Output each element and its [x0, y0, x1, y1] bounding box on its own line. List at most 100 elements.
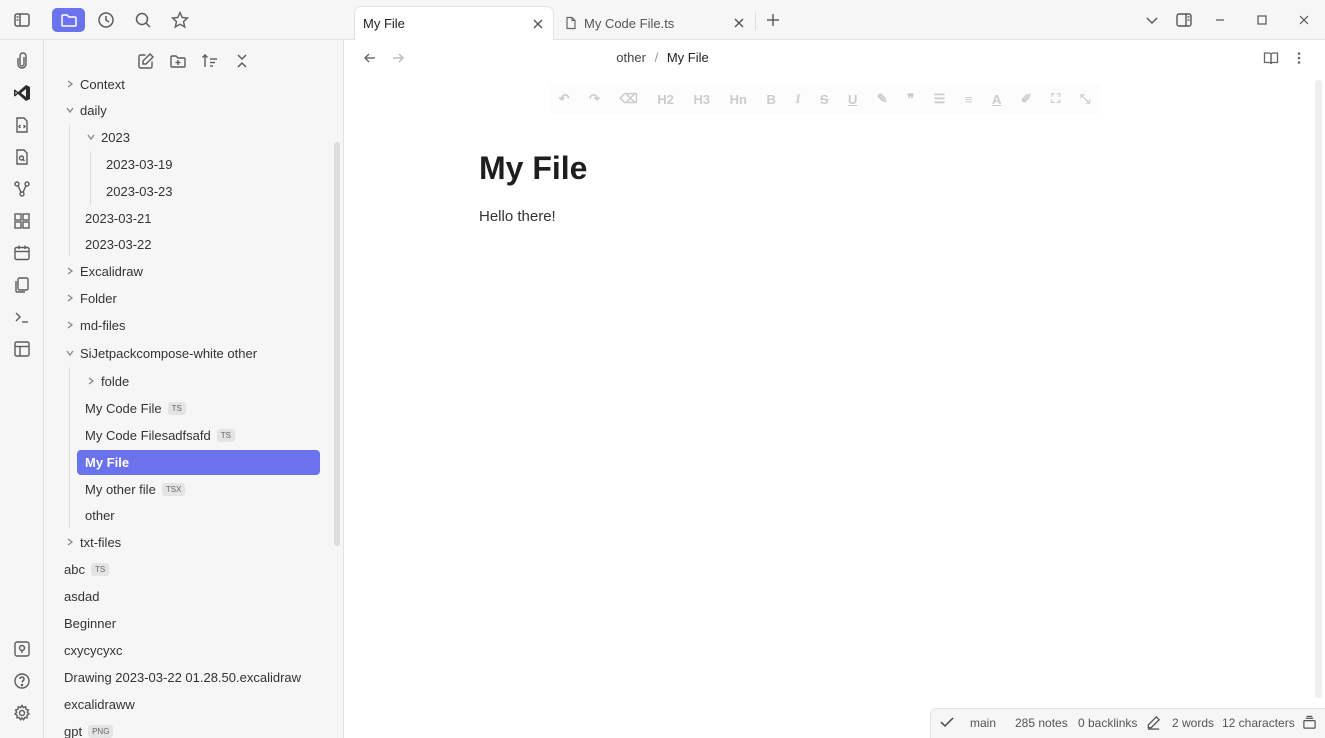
tree-folder-2023[interactable]: 2023 [85, 125, 130, 149]
indent-guide [69, 367, 70, 527]
settings-gear-icon[interactable] [11, 702, 33, 724]
tree-file[interactable]: 2023-03-22 [85, 232, 152, 256]
minimize-window-icon[interactable] [1209, 9, 1231, 31]
tree-file[interactable]: abc TS [64, 557, 110, 581]
tree-file[interactable]: excalidraww [64, 692, 135, 716]
redo-icon[interactable]: ↷ [589, 91, 600, 107]
tree-file[interactable]: My Code File TS [85, 396, 186, 420]
new-tab-plus-icon[interactable] [762, 9, 784, 31]
tree-item-label: SiJetpackcompose-white other [80, 345, 258, 361]
indent-guide [69, 124, 70, 256]
toggle-sidebar-icon[interactable] [9, 8, 35, 32]
reading-view-book-icon[interactable] [1261, 48, 1281, 68]
git-branch[interactable]: main [970, 716, 996, 730]
tree-file-selected[interactable]: My File [85, 450, 129, 474]
sync-status-icon[interactable] [1302, 715, 1317, 730]
chevron-down-icon [64, 104, 76, 116]
tree-file[interactable]: 2023-03-21 [85, 206, 152, 230]
tree-folder-context[interactable]: Context [64, 72, 125, 96]
canvas-grid-icon[interactable] [11, 210, 33, 232]
backlinks-count[interactable]: 0 backlinks [1078, 716, 1137, 730]
file-type-badge: TS [90, 562, 110, 576]
tab-list-chevron-down-icon[interactable] [1141, 9, 1163, 31]
tree-file[interactable]: gpt PNG [64, 719, 114, 738]
close-tab-icon[interactable] [531, 17, 545, 31]
tree-file[interactable]: 2023-03-23 [106, 179, 173, 203]
graph-view-icon[interactable] [11, 178, 33, 200]
word-count: 2 words [1172, 716, 1215, 730]
tree-file[interactable]: My other file TSX [85, 477, 186, 501]
tree-file[interactable]: 2023-03-19 [106, 152, 173, 176]
code-file-icon[interactable] [11, 114, 33, 136]
tree-folder-md-files[interactable]: md-files [64, 313, 126, 337]
highlight-icon[interactable]: ✎ [877, 91, 888, 107]
text-color-icon[interactable]: A [992, 92, 1001, 107]
align-icon[interactable]: ≡ [965, 92, 973, 107]
files-tab-icon[interactable] [52, 8, 85, 32]
note-body[interactable]: Hello there! [479, 208, 556, 225]
quote-icon[interactable]: ❞ [907, 91, 914, 107]
terminal-icon[interactable] [11, 306, 33, 328]
file-search-icon[interactable] [11, 146, 33, 168]
eraser-icon[interactable]: ⌫ [620, 91, 638, 107]
tree-folder-excalidraw[interactable]: Excalidraw [64, 259, 143, 283]
tab-divider [755, 12, 756, 30]
vault-switch-icon[interactable] [11, 638, 33, 660]
tree-folder-folde[interactable]: folde [85, 369, 129, 393]
tree-item-label: My File [85, 454, 130, 470]
calendar-icon[interactable] [11, 242, 33, 264]
more-options-icon[interactable] [1289, 48, 1309, 68]
close-tab-icon[interactable] [732, 16, 746, 30]
bookmarks-star-icon[interactable] [167, 8, 193, 32]
help-icon[interactable] [11, 670, 33, 692]
tab-label: My Code File.ts [584, 15, 675, 31]
maximize-window-icon[interactable] [1251, 9, 1273, 31]
tree-item-label: abc [64, 561, 85, 577]
breadcrumb: other / My File [0, 50, 1325, 65]
note-title[interactable]: My File [479, 150, 587, 187]
tree-file[interactable]: asdad [64, 584, 99, 608]
edit-pencil-icon[interactable] [1146, 715, 1161, 730]
explorer-scrollbar[interactable] [334, 142, 340, 546]
tab-my-code-file[interactable]: My Code File.ts [556, 6, 754, 40]
recent-files-icon[interactable] [93, 8, 119, 32]
copy-files-icon[interactable] [11, 274, 33, 296]
undo-icon[interactable]: ↶ [559, 91, 570, 107]
breadcrumb-folder[interactable]: other [616, 50, 646, 65]
vscode-icon[interactable] [11, 82, 33, 104]
tree-folder-folder[interactable]: Folder [64, 286, 117, 310]
tree-file[interactable]: cxycycyxc [64, 638, 123, 662]
heading-3-button[interactable]: H3 [694, 92, 711, 107]
layout-template-icon[interactable] [11, 338, 33, 360]
italic-icon[interactable]: I [795, 91, 800, 107]
tree-file[interactable]: Drawing 2023-03-22 01.28.50.excalidraw [64, 665, 301, 689]
fullscreen-icon[interactable]: ⛶ [1051, 91, 1060, 107]
tree-item-label: My other file [85, 481, 156, 497]
bold-icon[interactable]: B [766, 92, 775, 107]
tree-item-label: Context [80, 76, 125, 92]
breadcrumb-file[interactable]: My File [667, 50, 709, 65]
tab-my-file[interactable]: My File [354, 6, 554, 40]
underline-icon[interactable]: U [848, 92, 857, 107]
exit-fullscreen-icon[interactable]: ⤡ [1080, 91, 1090, 107]
sync-check-icon[interactable] [939, 714, 955, 730]
editor-scrollbar[interactable] [1315, 80, 1322, 698]
heading-2-button[interactable]: H2 [657, 92, 674, 107]
tree-file[interactable]: other [85, 503, 115, 527]
tree-file[interactable]: Beginner [64, 611, 116, 635]
strikethrough-icon[interactable]: S [820, 92, 829, 107]
close-window-icon[interactable] [1293, 9, 1315, 31]
file-type-badge: TSX [161, 482, 186, 496]
tree-folder-sijetpackcompose[interactable]: SiJetpackcompose-white other [64, 341, 257, 365]
toggle-right-sidebar-icon[interactable] [1173, 9, 1195, 31]
tree-folder-daily[interactable]: daily [64, 98, 107, 122]
tree-item-label: My Code File [85, 400, 162, 416]
tree-folder-txt-files[interactable]: txt-files [64, 530, 121, 554]
heading-n-button[interactable]: Hn [730, 92, 747, 107]
search-icon[interactable] [130, 8, 156, 32]
background-color-icon[interactable]: ✐ [1021, 91, 1032, 107]
list-icon[interactable]: ☰ [934, 91, 946, 107]
tree-item-label: Excalidraw [80, 263, 143, 279]
tree-file[interactable]: My Code Filesadfsafd TS [85, 423, 235, 447]
file-type-badge: PNG [88, 724, 114, 738]
